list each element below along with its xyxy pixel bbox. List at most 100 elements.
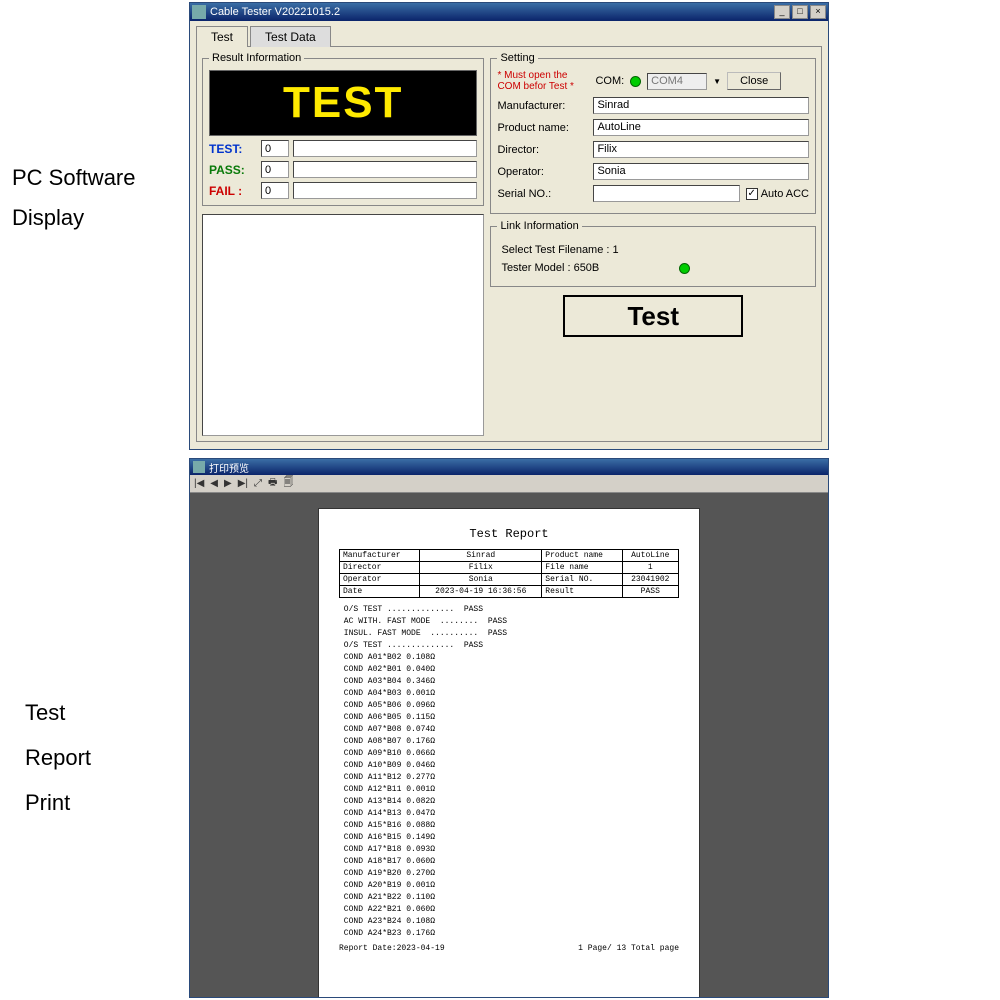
report-line: COND A11*B12 0.277Ω	[339, 772, 679, 784]
stat-test-label: TEST:	[209, 142, 257, 156]
stat-test-bar	[293, 140, 477, 157]
stat-fail-bar	[293, 182, 477, 199]
product-name-label: Product name:	[497, 122, 587, 134]
report-line: COND A07*B08 0.074Ω	[339, 724, 679, 736]
report-line: COND A03*B04 0.346Ω	[339, 676, 679, 688]
report-line: COND A21*B22 0.110Ω	[339, 892, 679, 904]
toolbar-last-icon[interactable]: ▶|	[238, 478, 248, 489]
minimize-button[interactable]: _	[774, 5, 790, 19]
report-line: COND A05*B06 0.096Ω	[339, 700, 679, 712]
caption-pc-software: PC Software	[12, 165, 136, 191]
report-line: COND A08*B07 0.176Ω	[339, 736, 679, 748]
report-line: O/S TEST .............. PASS	[339, 604, 679, 616]
link-filename: Select Test Filename : 1	[501, 244, 805, 256]
stat-test-value: 0	[261, 140, 289, 157]
report-line: COND A02*B01 0.040Ω	[339, 664, 679, 676]
report-line: COND A15*B16 0.088Ω	[339, 820, 679, 832]
link-led-icon	[679, 263, 690, 274]
com-led-icon	[630, 76, 641, 87]
report-footer-page: 1 Page/ 13 Total page	[578, 944, 679, 953]
app-window: Cable Tester V20221015.2 _ □ × Test Test…	[189, 2, 829, 450]
cell: Sonia	[420, 574, 542, 586]
link-model: Tester Model : 650B	[501, 262, 599, 274]
caption-test: Test	[25, 700, 65, 726]
report-page: Test Report Manufacturer Sinrad Product …	[319, 509, 699, 997]
report-line: COND A12*B11 0.001Ω	[339, 784, 679, 796]
cell: Product name	[542, 550, 622, 562]
link-legend: Link Information	[497, 220, 581, 232]
report-line: COND A20*B19 0.001Ω	[339, 880, 679, 892]
report-line: COND A23*B24 0.108Ω	[339, 916, 679, 928]
cell: Result	[542, 586, 622, 598]
report-line: COND A04*B03 0.001Ω	[339, 688, 679, 700]
report-lines: O/S TEST .............. PASS AC WITH. FA…	[339, 604, 679, 940]
cell: AutoLine	[622, 550, 678, 562]
dropdown-arrow-icon[interactable]: ▼	[713, 77, 721, 86]
auto-acc-label: Auto ACC	[761, 188, 809, 200]
app-icon	[192, 5, 206, 19]
toolbar-prev-icon[interactable]: ◀	[210, 478, 218, 489]
director-label: Director:	[497, 144, 587, 156]
maximize-button[interactable]: □	[792, 5, 808, 19]
close-com-button[interactable]: Close	[727, 72, 781, 90]
auto-acc-checkbox[interactable]: ✓ Auto ACC	[746, 188, 809, 200]
report-line: COND A09*B10 0.066Ω	[339, 748, 679, 760]
cell: Manufacturer	[340, 550, 420, 562]
report-line: COND A18*B17 0.060Ω	[339, 856, 679, 868]
report-line: COND A14*B13 0.047Ω	[339, 808, 679, 820]
cell: 1	[622, 562, 678, 574]
cell: PASS	[622, 586, 678, 598]
toolbar-next-icon[interactable]: ▶	[224, 478, 232, 489]
serial-input[interactable]	[593, 185, 739, 202]
cell: Operator	[340, 574, 420, 586]
preview-area[interactable]: Test Report Manufacturer Sinrad Product …	[190, 493, 828, 997]
report-line: COND A13*B14 0.082Ω	[339, 796, 679, 808]
operator-label: Operator:	[497, 166, 587, 178]
link-fieldset: Link Information Select Test Filename : …	[490, 220, 816, 287]
report-line: INSUL. FAST MODE .......... PASS	[339, 628, 679, 640]
report-header-table: Manufacturer Sinrad Product name AutoLin…	[339, 549, 679, 598]
report-line: COND A01*B02 0.108Ω	[339, 652, 679, 664]
com-warning: * Must open the COM befor Test *	[497, 70, 589, 92]
test-button[interactable]: Test	[563, 295, 743, 337]
com-select[interactable]: COM4	[647, 73, 707, 90]
toolbar-zoom-icon[interactable]: ⤢	[254, 478, 262, 489]
preview-toolbar: |◀ ◀ ▶ ▶| ⤢ 🖶 🗐	[190, 475, 828, 493]
toolbar-print-icon[interactable]: 🖶	[268, 475, 277, 492]
manufacturer-input[interactable]: Sinrad	[593, 97, 809, 114]
stat-pass-label: PASS:	[209, 163, 257, 177]
stat-pass-value: 0	[261, 161, 289, 178]
caption-print: Print	[25, 790, 70, 816]
titlebar[interactable]: Cable Tester V20221015.2 _ □ ×	[190, 3, 828, 21]
report-line: COND A16*B15 0.149Ω	[339, 832, 679, 844]
cell: Date	[340, 586, 420, 598]
cell: File name	[542, 562, 622, 574]
cell: 2023-04-19 16:36:56	[420, 586, 542, 598]
tab-test[interactable]: Test	[196, 26, 248, 47]
log-textarea[interactable]	[202, 214, 484, 436]
tab-testdata[interactable]: Test Data	[250, 26, 331, 47]
preview-titlebar[interactable]: 打印预览	[190, 459, 828, 475]
result-legend: Result Information	[209, 52, 304, 64]
toolbar-page-icon[interactable]: 🗐	[283, 475, 293, 492]
operator-input[interactable]: Sonia	[593, 163, 809, 180]
report-line: COND A22*B21 0.060Ω	[339, 904, 679, 916]
toolbar-first-icon[interactable]: |◀	[194, 478, 204, 489]
cell: Director	[340, 562, 420, 574]
caption-display: Display	[12, 205, 84, 231]
caption-report: Report	[25, 745, 91, 771]
checkbox-icon: ✓	[746, 188, 758, 200]
report-footer-date: Report Date:2023-04-19	[339, 944, 445, 953]
report-line: COND A10*B09 0.046Ω	[339, 760, 679, 772]
result-fieldset: Result Information TEST TEST: 0 PASS: 0 …	[202, 52, 484, 206]
report-line: COND A24*B23 0.176Ω	[339, 928, 679, 940]
director-input[interactable]: Filix	[593, 141, 809, 158]
product-name-input[interactable]: AutoLine	[593, 119, 809, 136]
report-line: COND A06*B05 0.115Ω	[339, 712, 679, 724]
close-button[interactable]: ×	[810, 5, 826, 19]
cell: Serial NO.	[542, 574, 622, 586]
com-label: COM:	[595, 75, 624, 87]
test-display: TEST	[209, 70, 477, 136]
stat-pass-bar	[293, 161, 477, 178]
cell: Sinrad	[420, 550, 542, 562]
